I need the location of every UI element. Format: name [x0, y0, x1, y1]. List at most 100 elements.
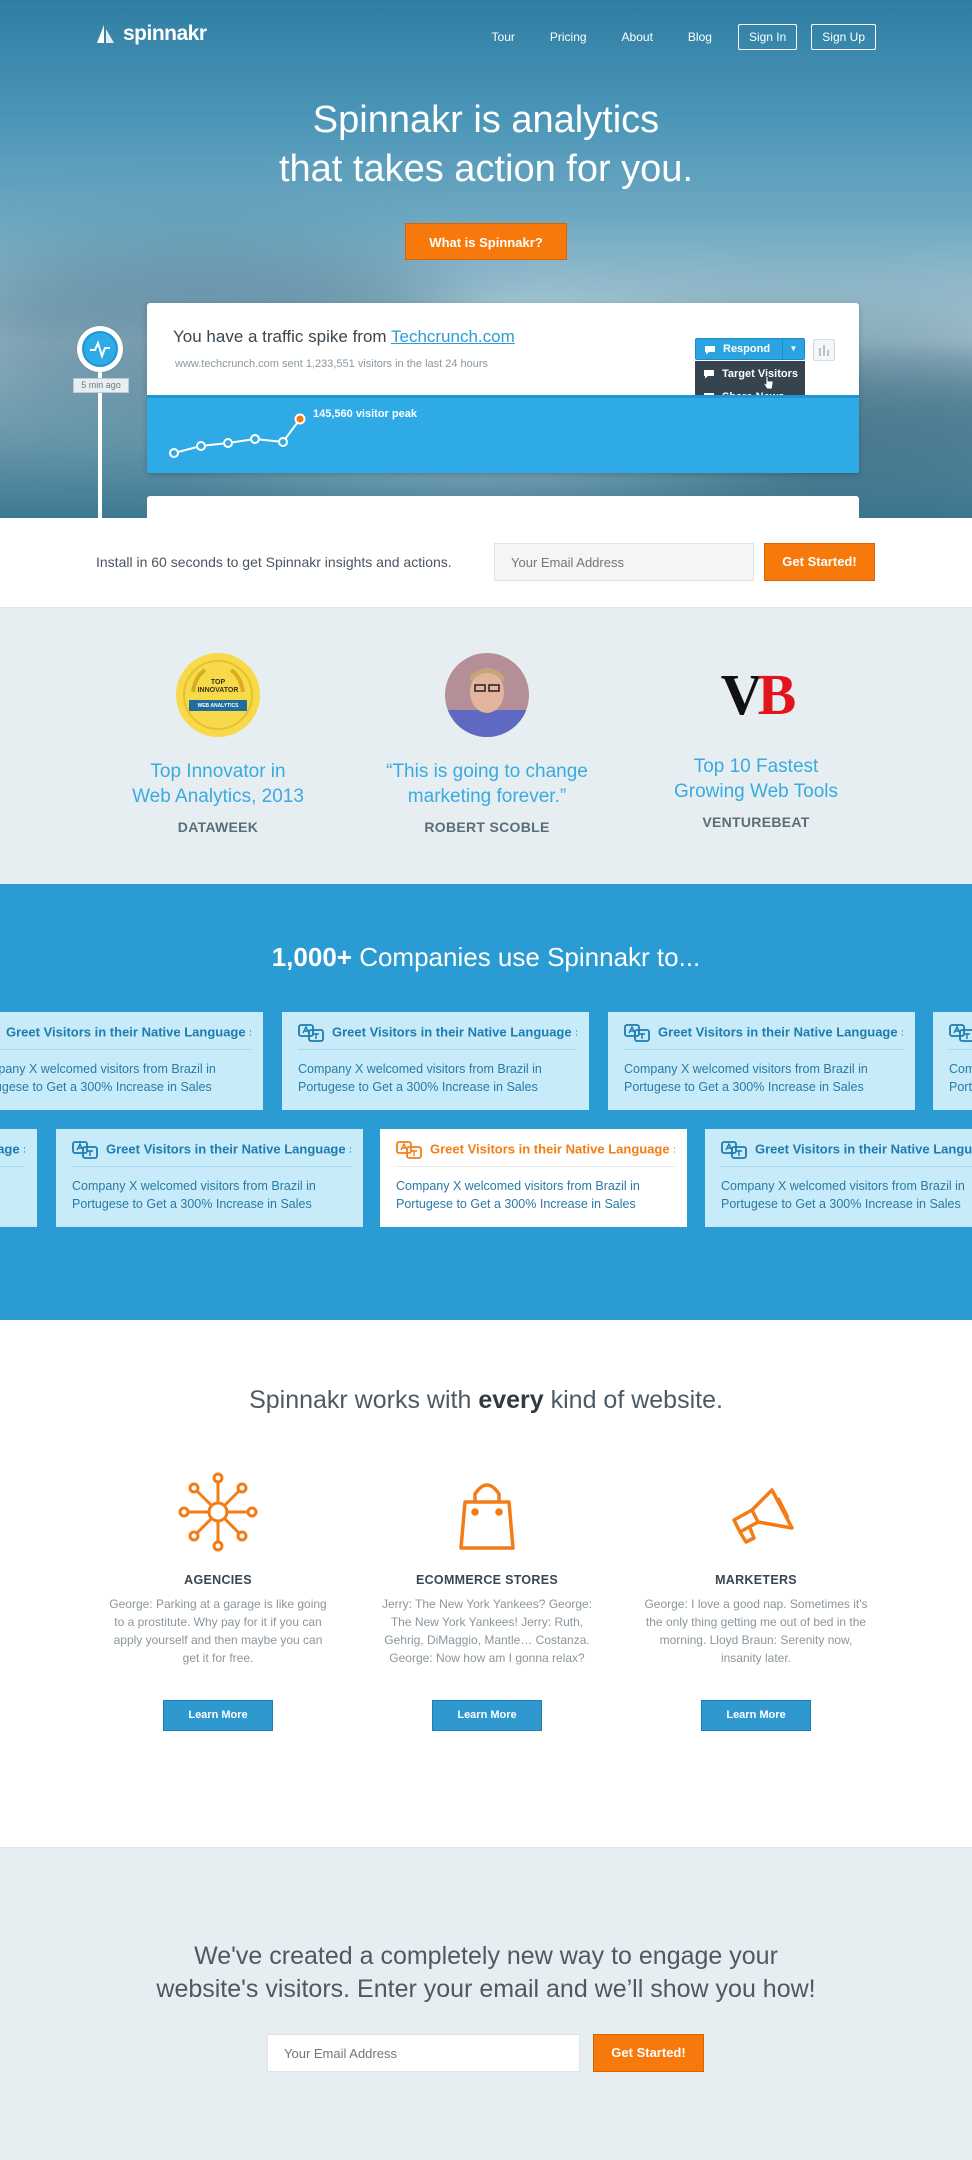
avatar: [445, 653, 529, 737]
column-text: George: Parking at a garage is like goin…: [109, 1597, 327, 1665]
press-quote-line1: Top Innovator in: [150, 761, 286, 782]
sparkline-point: [196, 441, 206, 451]
column-title: AGENCIES: [184, 1573, 252, 1587]
footer-cta-title: We've created a completely new way to en…: [0, 1940, 972, 2006]
press-source: VENTUREBEAT: [702, 814, 810, 830]
press-quote-line1: Top 10 Fastest: [693, 756, 819, 777]
alert-subtitle: www.techcrunch.com sent 1,233,551 visito…: [175, 358, 489, 370]
works-title: Spinnakr works with every kind of websit…: [0, 1386, 972, 1415]
chevron-down-icon[interactable]: ▼: [782, 339, 804, 359]
alert-title: You have a traffic spike from Techcrunch…: [173, 327, 515, 347]
press-quote-line2: Growing Web Tools: [673, 781, 839, 802]
sign-in-button[interactable]: Sign In: [737, 24, 798, 50]
what-is-spinnakr-button[interactable]: What is Spinnakr?: [405, 223, 567, 260]
column-text: George: I love a good nap. Sometimes it'…: [644, 1597, 868, 1665]
install-email-input[interactable]: [494, 543, 754, 581]
translate-icon: [721, 1141, 747, 1159]
company-use-case-card[interactable]: Greet Visitors in their Native Language …: [608, 1012, 915, 1110]
nav-tour[interactable]: Tour: [492, 30, 515, 44]
badge-text: TOP INNOVATOR: [98, 679, 338, 695]
learn-more-marketers-button[interactable]: Learn More: [701, 1700, 811, 1731]
next-alert-card: [147, 496, 859, 518]
install-get-started-button[interactable]: Get Started!: [764, 543, 875, 581]
nav-pricing[interactable]: Pricing: [550, 30, 587, 44]
use-case-body: Company X welcomed visitors from Brazil …: [949, 1062, 972, 1094]
works-title-bold: every: [478, 1386, 544, 1414]
company-use-case-card[interactable]: Greet Visitors in their Native Language …: [380, 1129, 687, 1227]
ecommerce-column: ECOMMERCE STORES Jerry: The New York Yan…: [367, 1468, 607, 1667]
use-case-heading[interactable]: Greet Visitors in their Native Language …: [0, 1024, 251, 1050]
press-quote-line2: marketing forever.”: [407, 786, 567, 807]
use-case-heading[interactable]: Greet Visitors in their Native Language …: [72, 1141, 351, 1167]
company-use-case-card[interactable]: Greet Visitors in their Native Language …: [705, 1129, 972, 1227]
press-section: TOP INNOVATOR WEB ANALYTICS Top Innovato…: [0, 608, 972, 884]
hero-title-line1: Spinnakr is analytics: [312, 99, 660, 141]
techcrunch-link[interactable]: Techcrunch.com: [391, 327, 515, 346]
footer-get-started-button[interactable]: Get Started!: [593, 2034, 704, 2072]
menu-item-target-visitors[interactable]: Target Visitors: [722, 368, 798, 380]
use-case-heading[interactable]: Greet Visitors in their Native Language …: [396, 1141, 675, 1167]
press-item-dataweek: TOP INNOVATOR WEB ANALYTICS Top Innovato…: [98, 652, 338, 835]
megaphone-icon: [732, 1488, 794, 1544]
company-use-case-card[interactable]: Greet Visitors in their Native Language …: [933, 1012, 972, 1110]
company-use-case-card[interactable]: Greet Visitors in their Native Language …: [0, 1012, 263, 1110]
alert-title-text: You have a traffic spike from: [173, 327, 391, 346]
vb-b: B: [757, 662, 797, 727]
use-case-body: Company X welcomed visitors from Brazil …: [0, 1062, 216, 1094]
use-case-heading[interactable]: Greet Visitors in their Native Language …: [624, 1024, 903, 1050]
badge-ribbon-text: WEB ANALYTICS: [197, 703, 239, 709]
footer-cta-line2: website's visitors. Enter your email and…: [156, 1975, 816, 2003]
company-use-case-card[interactable]: Greet Visitors in their Native Language …: [0, 1129, 37, 1227]
logo[interactable]: spinnakr: [95, 22, 207, 46]
use-case-heading-text: Greet Visitors in their Native Language …: [6, 1024, 251, 1040]
press-quote: “This is going to change marketing forev…: [367, 759, 607, 809]
agencies-column: AGENCIES George: Parking at a garage is …: [98, 1468, 338, 1667]
install-text: Install in 60 seconds to get Spinnakr in…: [96, 554, 452, 570]
bar-chart-icon[interactable]: [813, 339, 835, 361]
traffic-alert-card: You have a traffic spike from Techcrunch…: [147, 303, 859, 473]
company-use-case-card[interactable]: Greet Visitors in their Native Language …: [282, 1012, 589, 1110]
use-case-heading-text: Greet Visitors in their Native Language …: [430, 1141, 675, 1157]
translate-icon: [72, 1141, 98, 1159]
sparkline-point: [169, 448, 179, 458]
learn-more-agencies-button[interactable]: Learn More: [163, 1700, 273, 1731]
sign-up-button[interactable]: Sign Up: [811, 24, 876, 50]
column-title: MARKETERS: [715, 1573, 797, 1587]
press-item-scoble: “This is going to change marketing forev…: [367, 652, 607, 835]
column-text: Jerry: The New York Yankees? George: The…: [381, 1597, 593, 1665]
learn-more-ecommerce-button[interactable]: Learn More: [432, 1700, 542, 1731]
press-quote-line2: Web Analytics, 2013: [132, 786, 304, 807]
badge-text-top: TOP: [210, 679, 226, 686]
use-case-heading-text: Greet Visitors in their Native Language …: [106, 1141, 351, 1157]
respond-label: Respond: [723, 343, 771, 355]
company-use-case-card[interactable]: Greet Visitors in their Native Language …: [56, 1129, 363, 1227]
respond-button[interactable]: Respond ▼: [695, 338, 805, 360]
companies-section: 1,000+ Companies use Spinnakr to... Gree…: [0, 884, 972, 1320]
nav-blog[interactable]: Blog: [688, 30, 712, 44]
use-case-heading[interactable]: Greet Visitors in their Native Language …: [0, 1141, 25, 1167]
footer-cta-section: We've created a completely new way to en…: [0, 1848, 972, 2160]
venturebeat-logo-text: VB: [720, 652, 797, 738]
footer-email-input[interactable]: [267, 2034, 580, 2072]
use-case-heading[interactable]: Greet Visitors in their Native Language …: [298, 1024, 577, 1050]
press-source: ROBERT SCOBLE: [424, 819, 550, 835]
hero-title-line2: that takes action for you.: [278, 148, 693, 190]
vb-v: V: [720, 662, 763, 727]
companies-title-rest: Companies use Spinnakr to...: [351, 942, 701, 972]
hand-cursor-icon: [763, 376, 774, 390]
footer-cta-line1: We've created a completely new way to en…: [194, 1942, 778, 1970]
sparkline-point: [250, 434, 260, 444]
nav-about[interactable]: About: [622, 30, 653, 44]
chat-bubble-icon: [704, 370, 714, 379]
hero-section: spinnakr Tour Pricing About Blog Sign In…: [0, 0, 972, 518]
use-case-heading[interactable]: Greet Visitors in their Native Language …: [949, 1024, 972, 1050]
peak-label: 145,560 visitor peak: [313, 408, 417, 420]
use-case-heading[interactable]: Greet Visitors in their Native Language …: [721, 1141, 972, 1167]
pulse-icon: [90, 340, 110, 360]
shopping-bag-icon: [459, 1483, 515, 1550]
translate-icon: [624, 1024, 650, 1042]
sparkline-point: [223, 438, 233, 448]
marketers-column: MARKETERS George: I love a good nap. Som…: [636, 1468, 876, 1667]
works-title-pre: Spinnakr works with: [249, 1386, 479, 1414]
press-quote-line1: “This is going to change: [386, 761, 588, 782]
